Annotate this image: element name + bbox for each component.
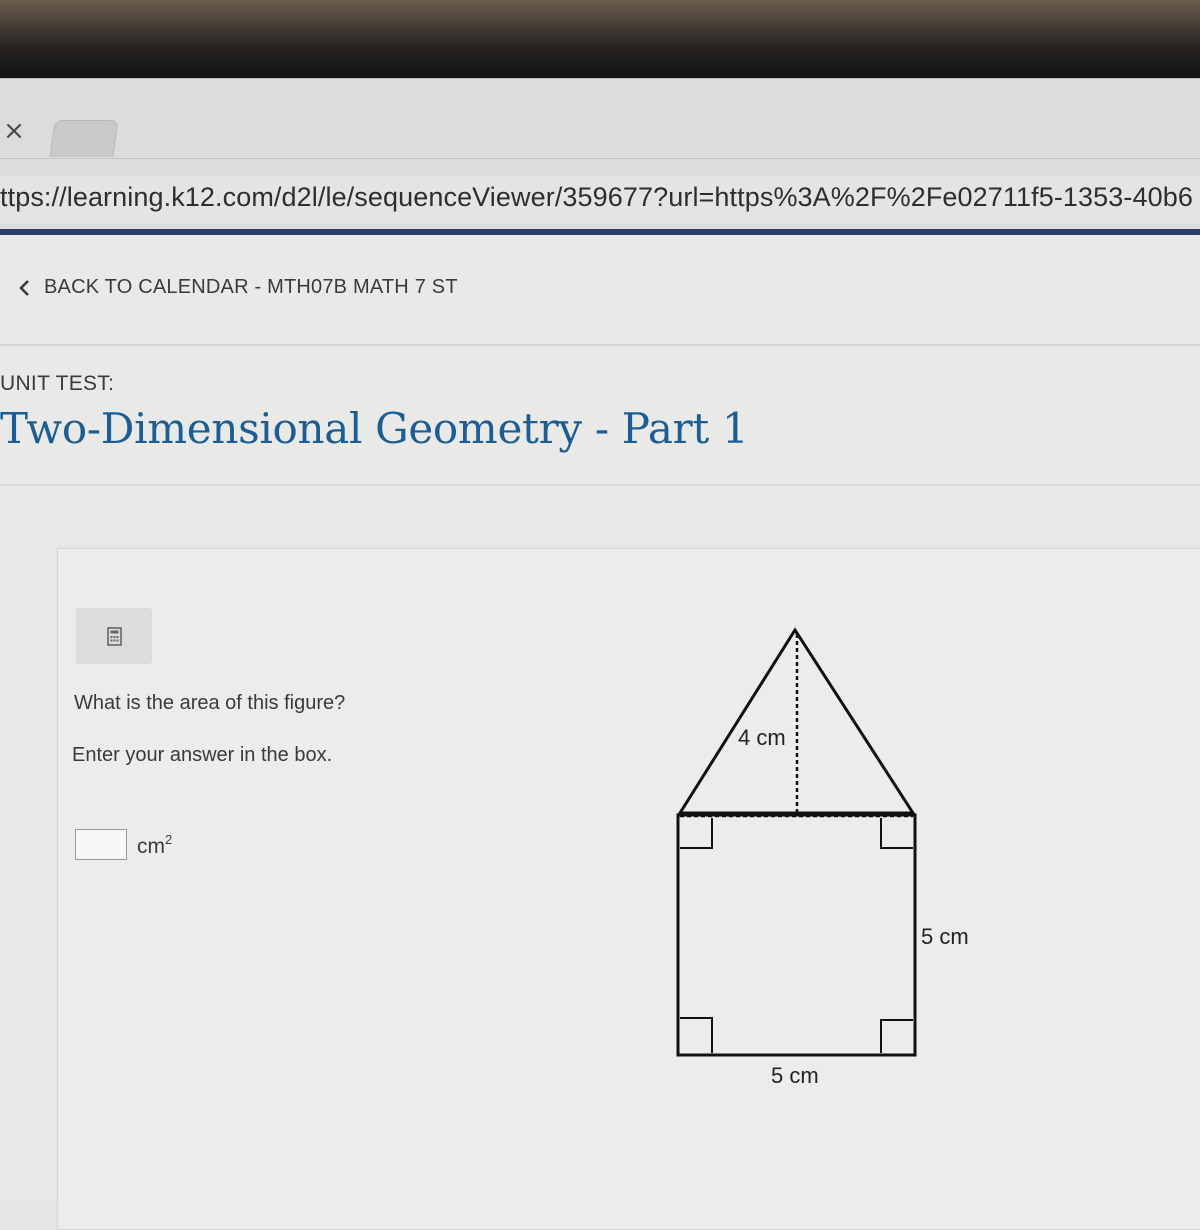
square-outline (676, 813, 917, 1057)
tab-close-icon[interactable]: × (2, 116, 26, 146)
unit-text: cm (137, 835, 165, 858)
new-tab-button[interactable] (49, 120, 119, 157)
answer-input[interactable] (75, 829, 127, 860)
nav-divider (0, 344, 1200, 346)
calculator-button[interactable] (76, 608, 152, 664)
unit-exponent: 2 (165, 832, 173, 847)
right-angle-marker-bottom-right (880, 1019, 913, 1053)
question-prompt: What is the area of this figure? (74, 692, 346, 714)
question-card (57, 548, 1200, 1230)
base-label: 5 cm (771, 1063, 819, 1088)
answer-unit-label: cm2 (137, 832, 172, 859)
title-divider (0, 484, 1200, 486)
back-to-calendar-link[interactable]: BACK TO CALENDAR - MTH07B MATH 7 ST (14, 276, 458, 299)
back-link-label: BACK TO CALENDAR - MTH07B MATH 7 ST (44, 276, 458, 298)
calculator-icon (107, 627, 122, 646)
question-instruction: Enter your answer in the box. (72, 744, 333, 766)
page-title: Two-Dimensional Geometry - Part 1 (0, 404, 749, 453)
monitor-bezel (0, 0, 1200, 78)
geometry-figure: 4 cm 5 cm 5 cm (676, 627, 969, 1088)
tab-strip-divider (0, 158, 1200, 159)
unit-test-eyebrow: UNIT TEST: (0, 372, 115, 395)
chevron-left-icon (19, 279, 29, 296)
right-angle-marker-top-left (680, 818, 713, 849)
height-label: 4 cm (738, 725, 786, 750)
right-angle-marker-bottom-left (680, 1017, 713, 1053)
address-url[interactable]: ttps://learning.k12.com/d2l/le/sequenceV… (0, 182, 1200, 213)
side-label: 5 cm (921, 924, 969, 949)
right-angle-marker-top-right (880, 818, 913, 849)
